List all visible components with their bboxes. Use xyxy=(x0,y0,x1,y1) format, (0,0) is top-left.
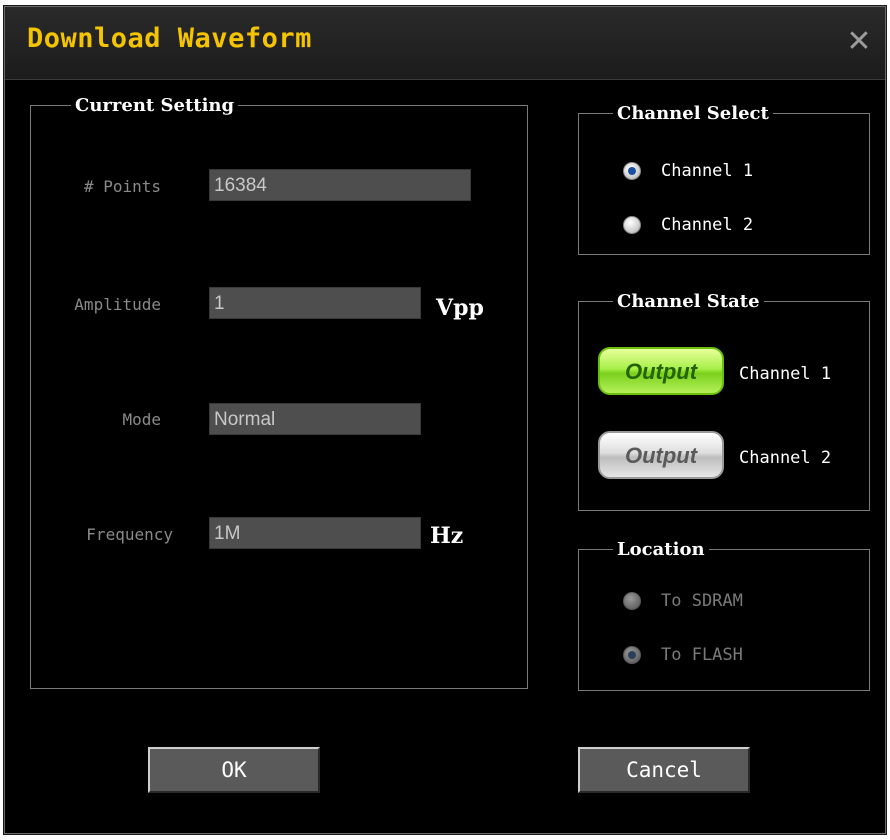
channel-state-legend: Channel State xyxy=(617,291,760,312)
radio-unselected-icon[interactable] xyxy=(623,216,641,234)
location-legend: Location xyxy=(617,539,705,560)
mode-label: Mode xyxy=(122,410,161,429)
frequency-label: Frequency xyxy=(86,525,173,544)
location-group: Location xyxy=(578,539,870,691)
location-option-sdram-label: To SDRAM xyxy=(661,591,743,611)
radio-disabled-icon[interactable] xyxy=(623,592,641,610)
location-option-flash-label: To FLASH xyxy=(661,645,743,665)
current-setting-legend: Current Setting xyxy=(75,95,235,116)
title-bar[interactable]: Download Waveform ✕ xyxy=(5,7,885,80)
channel-select-option-2-label: Channel 2 xyxy=(661,215,754,235)
cancel-button[interactable]: Cancel xyxy=(578,747,750,793)
channel-1-output-button[interactable]: Output xyxy=(598,347,724,395)
channel-select-option-1-label: Channel 1 xyxy=(661,161,754,181)
location-option-sdram[interactable]: To SDRAM xyxy=(623,591,743,611)
location-option-flash[interactable]: To FLASH xyxy=(623,645,743,665)
amplitude-label: Amplitude xyxy=(74,295,161,314)
download-waveform-dialog: Download Waveform ✕ Current Setting # Po… xyxy=(4,6,886,834)
channel-2-output-button[interactable]: Output xyxy=(598,431,724,479)
amplitude-unit: Vpp xyxy=(436,295,484,321)
amplitude-field[interactable]: 1 xyxy=(209,287,421,319)
frequency-unit: Hz xyxy=(430,523,464,549)
close-icon[interactable]: ✕ xyxy=(845,27,873,57)
channel-select-option-2[interactable]: Channel 2 xyxy=(623,215,753,235)
channel-select-legend: Channel Select xyxy=(617,103,769,124)
channel-2-state-label: Channel 2 xyxy=(739,448,832,468)
dialog-title: Download Waveform xyxy=(27,23,312,54)
channel-select-option-1[interactable]: Channel 1 xyxy=(623,161,753,181)
mode-field[interactable]: Normal xyxy=(209,403,421,435)
radio-selected-icon[interactable] xyxy=(623,162,641,180)
ok-button[interactable]: OK xyxy=(148,747,320,793)
channel-1-state-label: Channel 1 xyxy=(739,364,832,384)
frequency-field[interactable]: 1M xyxy=(209,517,421,549)
points-field[interactable]: 16384 xyxy=(209,169,471,201)
radio-disabled-selected-icon[interactable] xyxy=(623,646,641,664)
points-label: # Points xyxy=(83,177,161,196)
